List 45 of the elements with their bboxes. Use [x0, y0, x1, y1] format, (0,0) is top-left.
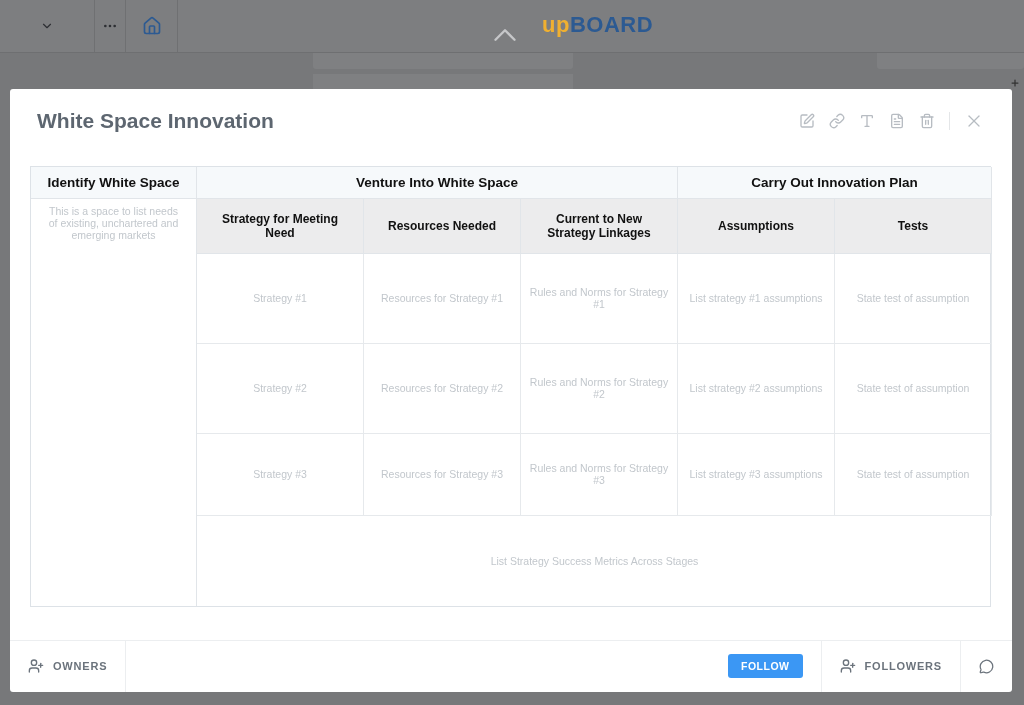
text-button[interactable] [859, 112, 875, 129]
column-header: Tests [835, 198, 992, 254]
column-header: Strategy for Meeting Need [197, 198, 364, 254]
home-icon [141, 16, 162, 36]
link-icon [829, 112, 845, 129]
delete-button[interactable] [919, 112, 935, 129]
table-cell: State test of assumption [835, 343, 992, 434]
group-header: Identify White Space [31, 166, 197, 199]
link-button[interactable] [829, 112, 845, 129]
table-cell-text: List Strategy Success Metrics Across Stages [489, 553, 700, 569]
table-cell: Strategy #1 [197, 253, 364, 344]
owners-button[interactable]: OWNERS [10, 640, 127, 692]
column-header: Current to New Strategy Linkages [521, 198, 678, 254]
table-cell: List strategy #3 assumptions [678, 433, 835, 516]
add-user-icon [839, 658, 856, 675]
group-header: Venture Into White Space [197, 166, 678, 199]
edit-icon [799, 112, 815, 129]
table-cell: State test of assumption [835, 433, 992, 516]
table-cell: Rules and Norms for Strategy #2 [521, 343, 678, 434]
group-header: Carry Out Innovation Plan [678, 166, 992, 199]
table-cell: List strategy #1 assumptions [678, 253, 835, 344]
table-cell: List strategy #2 assumptions [678, 343, 835, 434]
table-cell: Resources for Strategy #3 [364, 433, 521, 516]
pdf-button[interactable] [889, 112, 905, 129]
column-header: Assumptions [678, 198, 835, 254]
modal-title: White Space Innovation [37, 108, 275, 133]
table-cell: Resources for Strategy #1 [364, 253, 521, 344]
follow-button[interactable]: FOLLOW [728, 654, 803, 679]
add-user-icon [28, 658, 44, 675]
column-header: Resources Needed [364, 198, 521, 254]
table-cell: Strategy #2 [197, 343, 364, 434]
table-cell: Resources for Strategy #2 [364, 343, 521, 434]
document-icon [889, 112, 905, 129]
edit-button[interactable] [799, 112, 815, 129]
plus-icon[interactable] [1010, 78, 1020, 88]
logo: upBOARD [542, 12, 654, 38]
text-icon [859, 112, 875, 129]
table-cell: Rules and Norms for Strategy #1 [521, 253, 678, 344]
table-cell: State test of assumption [835, 253, 992, 344]
trash-icon [919, 112, 935, 129]
home-button[interactable] [125, 0, 178, 52]
followers-button[interactable]: FOLLOWERS [820, 640, 960, 692]
table-cell: Rules and Norms for Strategy #3 [521, 433, 678, 516]
comment-icon [979, 658, 994, 674]
table-cell: Strategy #3 [197, 433, 364, 516]
